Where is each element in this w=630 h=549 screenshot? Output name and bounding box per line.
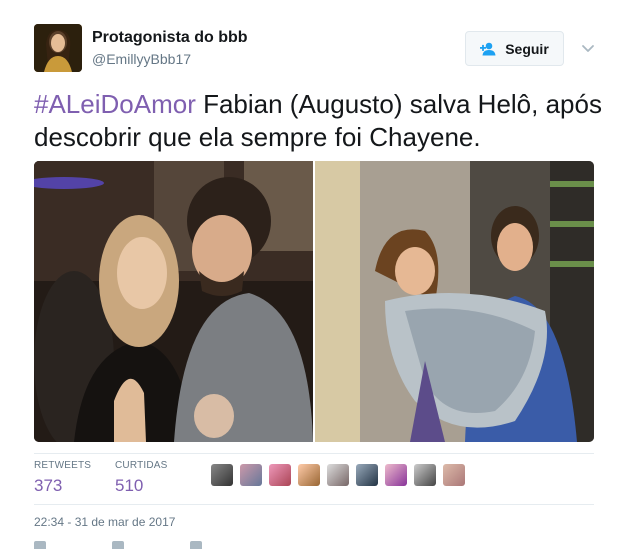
engagement-stats: RETWEETS 373 CURTIDAS 510 [34, 453, 594, 505]
liker-avatar[interactable] [443, 464, 465, 486]
tweet-media[interactable] [34, 161, 594, 442]
retweets-stat[interactable]: RETWEETS 373 [34, 460, 91, 496]
liker-avatar[interactable] [240, 464, 262, 486]
liker-avatar[interactable] [211, 464, 233, 486]
tweet-text: #ALeiDoAmor Fabian (Augusto) salva Helô,… [34, 88, 604, 154]
photo-left[interactable] [34, 161, 313, 442]
reply-icon[interactable] [34, 541, 46, 549]
retweet-icon[interactable] [112, 541, 124, 549]
liker-avatar[interactable] [298, 464, 320, 486]
likes-label: CURTIDAS [115, 460, 168, 471]
tweet-actions [34, 541, 268, 549]
likers-avatars [211, 464, 472, 486]
like-icon[interactable] [190, 541, 202, 549]
liker-avatar[interactable] [414, 464, 436, 486]
retweets-count: 373 [34, 476, 63, 495]
hashtag-link[interactable]: #ALeiDoAmor [34, 89, 196, 119]
tweet-timestamp[interactable]: 22:34 - 31 de mar de 2017 [34, 515, 175, 529]
liker-avatar[interactable] [385, 464, 407, 486]
photo-right[interactable] [315, 161, 594, 442]
liker-avatar[interactable] [356, 464, 378, 486]
likes-count: 510 [115, 476, 144, 495]
likes-stat[interactable]: CURTIDAS 510 [115, 460, 168, 496]
follow-button[interactable]: Seguir [465, 31, 564, 66]
liker-avatar[interactable] [327, 464, 349, 486]
add-user-icon [480, 42, 498, 56]
liker-avatar[interactable] [269, 464, 291, 486]
author-handle[interactable]: @EmillyyBbb17 [92, 51, 191, 67]
follow-button-label: Seguir [505, 40, 549, 57]
retweets-label: RETWEETS [34, 460, 92, 471]
author-avatar[interactable] [34, 24, 82, 72]
author-display-name[interactable]: Protagonista do bbb [92, 29, 248, 47]
chevron-down-icon[interactable] [580, 40, 596, 56]
